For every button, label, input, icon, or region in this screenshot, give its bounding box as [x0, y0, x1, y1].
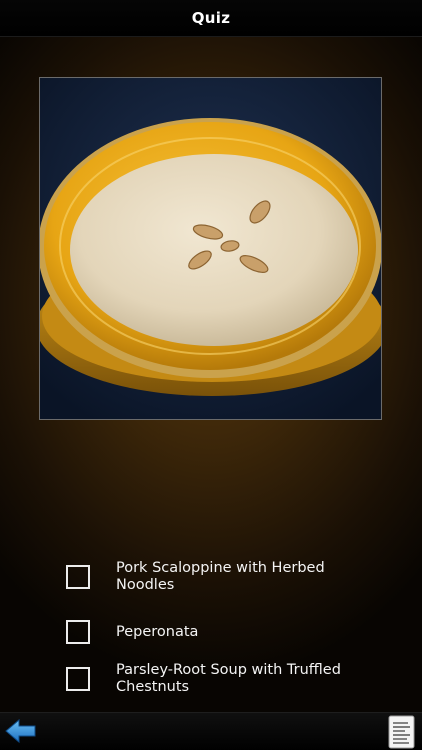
- answer-option-1[interactable]: Pork Scaloppine with Herbed Noodles: [66, 560, 366, 594]
- back-button[interactable]: [4, 717, 38, 745]
- notes-button[interactable]: [388, 715, 415, 749]
- checkbox[interactable]: [66, 620, 90, 644]
- checkbox[interactable]: [66, 565, 90, 589]
- checkbox[interactable]: [66, 667, 90, 691]
- header-bar: Quiz: [0, 0, 422, 37]
- bottom-toolbar: [0, 712, 422, 750]
- answer-label: Pork Scaloppine with Herbed Noodles: [116, 560, 325, 593]
- answer-label: Peperonata: [116, 623, 199, 640]
- quiz-screen: Quiz Pork Scaloppine with Herbed Noodles…: [0, 0, 422, 750]
- soup-photo: [40, 78, 381, 419]
- page-title: Quiz: [191, 9, 231, 27]
- answer-label: Parsley-Root Soup with Truffled Chestnut…: [116, 662, 341, 695]
- back-arrow-icon: [5, 718, 36, 744]
- answer-option-2[interactable]: Peperonata: [66, 620, 366, 644]
- answer-option-3[interactable]: Parsley-Root Soup with Truffled Chestnut…: [66, 662, 366, 696]
- quiz-photo: [39, 77, 382, 420]
- notes-icon: [388, 715, 415, 749]
